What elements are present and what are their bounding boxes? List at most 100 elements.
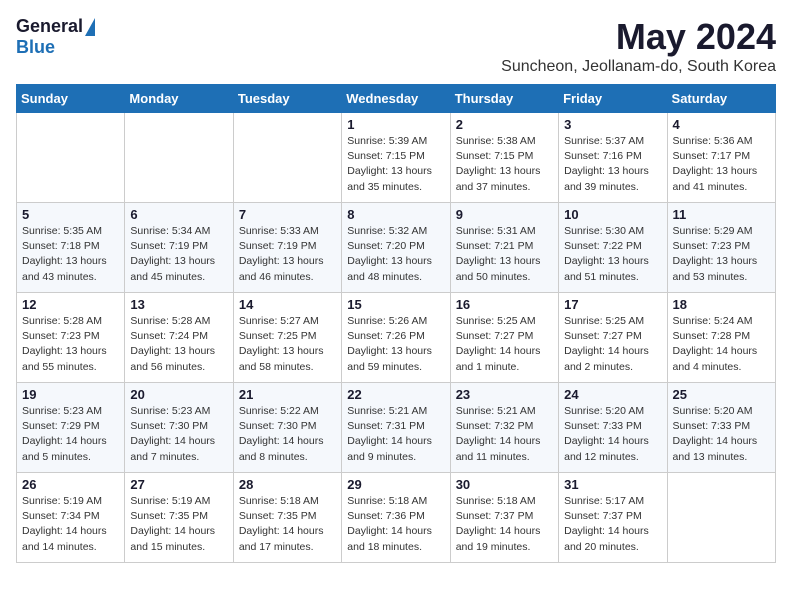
calendar-empty-cell xyxy=(667,473,775,563)
month-title: May 2024 xyxy=(501,16,776,58)
day-number: 26 xyxy=(22,477,119,492)
calendar-day-31: 31Sunrise: 5:17 AMSunset: 7:37 PMDayligh… xyxy=(559,473,667,563)
calendar-week-row: 19Sunrise: 5:23 AMSunset: 7:29 PMDayligh… xyxy=(17,383,776,473)
day-number: 13 xyxy=(130,297,227,312)
day-number: 12 xyxy=(22,297,119,312)
day-number: 6 xyxy=(130,207,227,222)
calendar-table: SundayMondayTuesdayWednesdayThursdayFrid… xyxy=(16,84,776,563)
weekday-header-wednesday: Wednesday xyxy=(342,85,450,113)
calendar-day-30: 30 Sunrise: 5:18 AMSunset: 7:37 PMDayligh… xyxy=(450,473,558,563)
day-info: Sunrise: 5:21 AMSunset: 7:31 PMDaylight:… xyxy=(347,404,444,465)
logo-blue-text: Blue xyxy=(16,37,55,58)
calendar-day-16: 16 Sunrise: 5:25 AMSunset: 7:27 PMDayligh… xyxy=(450,293,558,383)
day-info: Sunrise: 5:23 AMSunset: 7:30 PMDaylight:… xyxy=(130,404,227,465)
day-number: 18 xyxy=(673,297,770,312)
day-number: 14 xyxy=(239,297,336,312)
day-number: 24 xyxy=(564,387,661,402)
day-number: 11 xyxy=(673,207,770,222)
day-info: Sunrise: 5:20 AMSunset: 7:33 PMDaylight:… xyxy=(673,404,770,465)
day-info: Sunrise: 5:25 AMSunset: 7:27 PMDaylight:… xyxy=(564,314,661,375)
day-info: Sunrise: 5:27 AMSunset: 7:25 PMDaylight:… xyxy=(239,314,336,375)
day-number: 8 xyxy=(347,207,444,222)
calendar-day-23: 23 Sunrise: 5:21 AMSunset: 7:32 PMDayligh… xyxy=(450,383,558,473)
logo-icon xyxy=(85,18,95,36)
day-info: Sunrise: 5:31 AMSunset: 7:21 PMDaylight:… xyxy=(456,224,553,285)
calendar-day-19: 19Sunrise: 5:23 AMSunset: 7:29 PMDayligh… xyxy=(17,383,125,473)
day-info: Sunrise: 5:21 AMSunset: 7:32 PMDaylight:… xyxy=(456,404,553,465)
calendar-day-29: 29 Sunrise: 5:18 AMSunset: 7:36 PMDayligh… xyxy=(342,473,450,563)
day-info: Sunrise: 5:28 AMSunset: 7:23 PMDaylight:… xyxy=(22,314,119,375)
day-number: 20 xyxy=(130,387,227,402)
logo: General Blue xyxy=(16,16,95,58)
day-number: 5 xyxy=(22,207,119,222)
calendar-empty-cell xyxy=(17,113,125,203)
weekday-header-monday: Monday xyxy=(125,85,233,113)
header: General Blue May 2024 Suncheon, Jeollana… xyxy=(16,16,776,76)
calendar-day-14: 14 Sunrise: 5:27 AMSunset: 7:25 PMDayligh… xyxy=(233,293,341,383)
day-number: 7 xyxy=(239,207,336,222)
day-info: Sunrise: 5:19 AMSunset: 7:34 PMDaylight:… xyxy=(22,494,119,555)
day-number: 4 xyxy=(673,117,770,132)
day-number: 19 xyxy=(22,387,119,402)
calendar-day-2: 2 Sunrise: 5:38 AMSunset: 7:15 PMDaylight… xyxy=(450,113,558,203)
calendar-day-13: 13 Sunrise: 5:28 AMSunset: 7:24 PMDayligh… xyxy=(125,293,233,383)
day-info: Sunrise: 5:18 AMSunset: 7:37 PMDaylight:… xyxy=(456,494,553,555)
calendar-day-27: 27 Sunrise: 5:19 AMSunset: 7:35 PMDayligh… xyxy=(125,473,233,563)
calendar-day-21: 21Sunrise: 5:22 AMSunset: 7:30 PMDayligh… xyxy=(233,383,341,473)
calendar-day-18: 18Sunrise: 5:24 AMSunset: 7:28 PMDayligh… xyxy=(667,293,775,383)
calendar-empty-cell xyxy=(125,113,233,203)
day-number: 3 xyxy=(564,117,661,132)
calendar-day-26: 26 Sunrise: 5:19 AMSunset: 7:34 PMDayligh… xyxy=(17,473,125,563)
calendar-day-7: 7 Sunrise: 5:33 AMSunset: 7:19 PMDaylight… xyxy=(233,203,341,293)
weekday-header-thursday: Thursday xyxy=(450,85,558,113)
calendar-empty-cell xyxy=(233,113,341,203)
day-info: Sunrise: 5:20 AMSunset: 7:33 PMDaylight:… xyxy=(564,404,661,465)
day-info: Sunrise: 5:38 AMSunset: 7:15 PMDaylight:… xyxy=(456,134,553,195)
day-info: Sunrise: 5:35 AMSunset: 7:18 PMDaylight:… xyxy=(22,224,119,285)
calendar-day-10: 10Sunrise: 5:30 AMSunset: 7:22 PMDayligh… xyxy=(559,203,667,293)
day-number: 22 xyxy=(347,387,444,402)
calendar-day-28: 28 Sunrise: 5:18 AMSunset: 7:35 PMDayligh… xyxy=(233,473,341,563)
day-info: Sunrise: 5:19 AMSunset: 7:35 PMDaylight:… xyxy=(130,494,227,555)
day-number: 15 xyxy=(347,297,444,312)
day-number: 16 xyxy=(456,297,553,312)
calendar-day-9: 9Sunrise: 5:31 AMSunset: 7:21 PMDaylight… xyxy=(450,203,558,293)
calendar-day-25: 25Sunrise: 5:20 AMSunset: 7:33 PMDayligh… xyxy=(667,383,775,473)
calendar-day-12: 12 Sunrise: 5:28 AMSunset: 7:23 PMDayligh… xyxy=(17,293,125,383)
calendar-day-22: 22 Sunrise: 5:21 AMSunset: 7:31 PMDayligh… xyxy=(342,383,450,473)
weekday-header-friday: Friday xyxy=(559,85,667,113)
calendar-day-8: 8 Sunrise: 5:32 AMSunset: 7:20 PMDaylight… xyxy=(342,203,450,293)
day-number: 2 xyxy=(456,117,553,132)
day-info: Sunrise: 5:28 AMSunset: 7:24 PMDaylight:… xyxy=(130,314,227,375)
day-info: Sunrise: 5:18 AMSunset: 7:35 PMDaylight:… xyxy=(239,494,336,555)
calendar-day-5: 5 Sunrise: 5:35 AMSunset: 7:18 PMDaylight… xyxy=(17,203,125,293)
day-number: 23 xyxy=(456,387,553,402)
day-info: Sunrise: 5:26 AMSunset: 7:26 PMDaylight:… xyxy=(347,314,444,375)
day-info: Sunrise: 5:39 AMSunset: 7:15 PMDaylight:… xyxy=(347,134,444,195)
day-number: 10 xyxy=(564,207,661,222)
calendar-day-6: 6 Sunrise: 5:34 AMSunset: 7:19 PMDaylight… xyxy=(125,203,233,293)
day-info: Sunrise: 5:29 AMSunset: 7:23 PMDaylight:… xyxy=(673,224,770,285)
day-number: 30 xyxy=(456,477,553,492)
weekday-header-saturday: Saturday xyxy=(667,85,775,113)
day-info: Sunrise: 5:22 AMSunset: 7:30 PMDaylight:… xyxy=(239,404,336,465)
day-number: 29 xyxy=(347,477,444,492)
day-number: 27 xyxy=(130,477,227,492)
logo-general-text: General xyxy=(16,16,83,37)
day-info: Sunrise: 5:33 AMSunset: 7:19 PMDaylight:… xyxy=(239,224,336,285)
calendar-day-20: 20 Sunrise: 5:23 AMSunset: 7:30 PMDayligh… xyxy=(125,383,233,473)
day-info: Sunrise: 5:18 AMSunset: 7:36 PMDaylight:… xyxy=(347,494,444,555)
day-info: Sunrise: 5:37 AMSunset: 7:16 PMDaylight:… xyxy=(564,134,661,195)
location-title: Suncheon, Jeollanam-do, South Korea xyxy=(501,58,776,76)
calendar-day-3: 3 Sunrise: 5:37 AMSunset: 7:16 PMDaylight… xyxy=(559,113,667,203)
day-info: Sunrise: 5:36 AMSunset: 7:17 PMDaylight:… xyxy=(673,134,770,195)
day-info: Sunrise: 5:34 AMSunset: 7:19 PMDaylight:… xyxy=(130,224,227,285)
day-info: Sunrise: 5:17 AMSunset: 7:37 PMDaylight:… xyxy=(564,494,661,555)
day-number: 17 xyxy=(564,297,661,312)
weekday-header-tuesday: Tuesday xyxy=(233,85,341,113)
calendar-day-4: 4 Sunrise: 5:36 AMSunset: 7:17 PMDaylight… xyxy=(667,113,775,203)
day-info: Sunrise: 5:25 AMSunset: 7:27 PMDaylight:… xyxy=(456,314,553,375)
day-number: 28 xyxy=(239,477,336,492)
weekday-header-sunday: Sunday xyxy=(17,85,125,113)
day-info: Sunrise: 5:32 AMSunset: 7:20 PMDaylight:… xyxy=(347,224,444,285)
